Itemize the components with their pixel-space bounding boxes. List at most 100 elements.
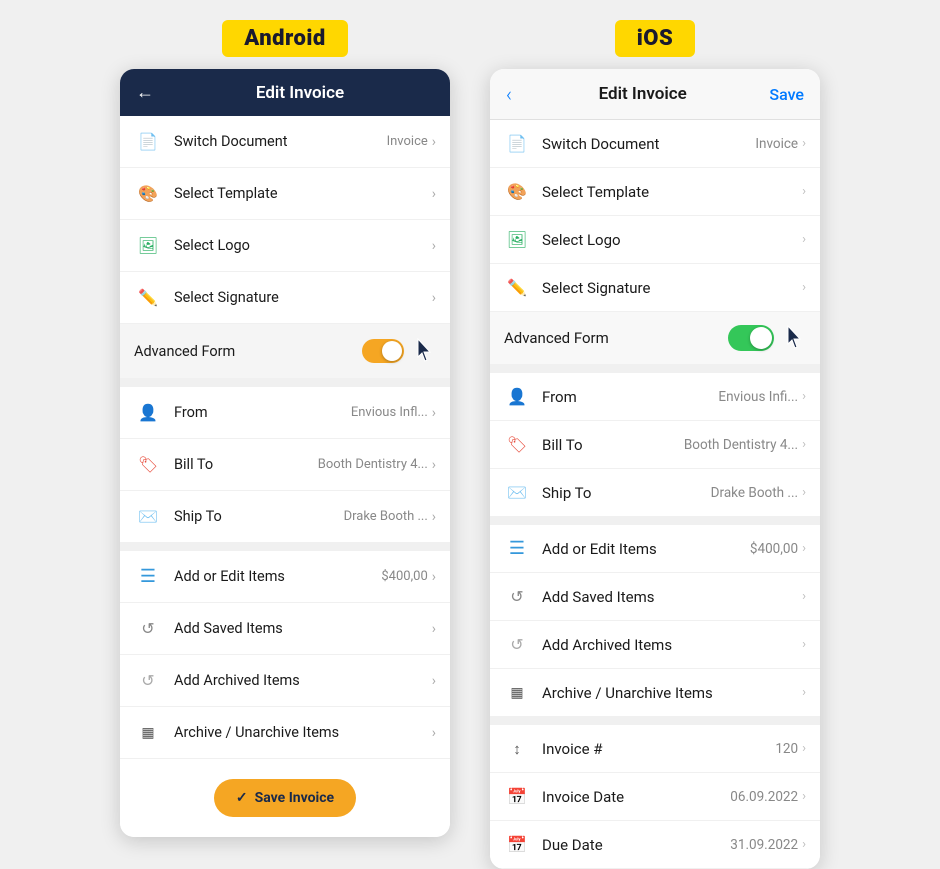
ios-add-saved-items[interactable]: ↺ Add Saved Items › [490,573,820,621]
ios-due-date-icon: 📅 [504,835,530,854]
ios-archive-items-label: Archive / Unarchive Items [542,684,802,702]
add-edit-items-value: $400,00 [381,569,427,584]
android-column: Android ← Edit Invoice 📄 Switch Document… [120,20,450,837]
ios-select-logo-label: Select Logo [542,231,802,249]
ios-due-date-label: Due Date [542,836,730,854]
chevron-icon: › [432,134,436,150]
template-icon: 🎨 [134,184,162,203]
chevron-icon: › [432,569,436,585]
bill-to-icon: 🏷 [134,455,162,474]
chevron-icon: › [432,509,436,525]
ios-ship-to-value: Drake Booth ... [711,485,798,501]
android-badge: Android [222,20,348,57]
ios-header: ‹ Edit Invoice Save [490,69,820,120]
archive-icon: ▦ [134,725,162,741]
ios-select-logo[interactable]: 🖼 Select Logo › [490,216,820,264]
ios-due-date[interactable]: 📅 Due Date 31.09.2022 › [490,821,820,869]
bill-to-label: Bill To [174,456,318,473]
chevron-icon: › [432,673,436,689]
android-add-edit-items[interactable]: ☰ Add or Edit Items $400,00 › [120,551,450,603]
add-edit-items-label: Add or Edit Items [174,568,381,585]
bill-to-value: Booth Dentistry 4... [318,457,428,472]
ios-select-template[interactable]: 🎨 Select Template › [490,168,820,216]
android-title: Edit Invoice [166,83,434,103]
ios-add-edit-items[interactable]: ☰ Add or Edit Items $400,00 › [490,525,820,573]
ios-chevron-icon: › [802,741,806,756]
ios-from[interactable]: 👤 From Envious Infi... › [490,373,820,421]
android-header: ← Edit Invoice [120,69,450,116]
android-switch-document[interactable]: 📄 Switch Document Invoice › [120,116,450,168]
android-save-button[interactable]: ✓ Save Invoice [214,779,356,817]
ios-chevron-icon: › [802,541,806,556]
cursor-icon-android [414,337,436,365]
ios-invoice-date-icon: 📅 [504,787,530,806]
android-archive-items[interactable]: ▦ Archive / Unarchive Items › [120,707,450,759]
save-check-icon: ✓ [236,790,248,806]
ios-add-saved-items-label: Add Saved Items [542,588,802,606]
ios-chevron-icon: › [802,437,806,452]
ios-archive-icon: ▦ [504,685,530,701]
ios-switch-document-value: Invoice [755,136,798,152]
ship-to-label: Ship To [174,508,344,525]
android-ship-to[interactable]: ✉️ Ship To Drake Booth ... › [120,491,450,543]
android-divider-2 [120,543,450,551]
ios-add-archived-items-label: Add Archived Items [542,636,802,654]
ios-invoice-date-value: 06.09.2022 [730,789,798,805]
ios-chevron-icon: › [802,280,806,295]
document-icon: 📄 [134,132,162,151]
ios-add-archived-items[interactable]: ↺ Add Archived Items › [490,621,820,669]
android-select-logo[interactable]: 🖼 Select Logo › [120,220,450,272]
android-select-signature[interactable]: ✏️ Select Signature › [120,272,450,324]
ios-archived-items-icon: ↺ [504,635,530,654]
ios-bill-to[interactable]: 🏷 Bill To Booth Dentistry 4... › [490,421,820,469]
ios-chevron-icon: › [802,485,806,500]
android-add-archived-items[interactable]: ↺ Add Archived Items › [120,655,450,707]
ios-edit-items-icon: ☰ [504,538,530,559]
android-select-template[interactable]: 🎨 Select Template › [120,168,450,220]
chevron-icon: › [432,725,436,741]
chevron-icon: › [432,186,436,202]
ios-bill-to-value: Booth Dentistry 4... [684,437,798,453]
add-saved-items-label: Add Saved Items [174,620,432,637]
from-value: Envious Infl... [351,405,428,420]
ios-advanced-form-row[interactable]: Advanced Form [490,312,820,365]
ios-invoice-number[interactable]: ↕ Invoice # 120 › [490,725,820,773]
android-divider-1 [120,379,450,387]
select-template-label: Select Template [174,185,432,202]
ios-chevron-icon: › [802,136,806,151]
ios-chevron-icon: › [802,637,806,652]
add-archived-items-label: Add Archived Items [174,672,432,689]
from-label: From [174,404,351,421]
switch-document-value: Invoice [387,134,428,149]
switch-document-label: Switch Document [174,133,387,150]
ios-invoice-date[interactable]: 📅 Invoice Date 06.09.2022 › [490,773,820,821]
ios-title: Edit Invoice [516,84,769,104]
cursor-icon-ios [784,324,806,352]
archive-items-label: Archive / Unarchive Items [174,724,432,741]
platforms-row: Android ← Edit Invoice 📄 Switch Document… [20,20,920,869]
ios-chevron-icon: › [802,389,806,404]
advanced-form-toggle-android[interactable] [362,339,404,363]
ios-ship-to[interactable]: ✉️ Ship To Drake Booth ... › [490,469,820,517]
ios-select-template-label: Select Template [542,183,802,201]
android-bill-to[interactable]: 🏷 Bill To Booth Dentistry 4... › [120,439,450,491]
ios-select-signature[interactable]: ✏️ Select Signature › [490,264,820,312]
ios-separator-2 [490,517,820,525]
ios-switch-document[interactable]: 📄 Switch Document Invoice › [490,120,820,168]
android-back-icon[interactable]: ← [136,82,154,103]
select-signature-label: Select Signature [174,289,432,306]
ios-separator-3 [490,717,820,725]
android-from[interactable]: 👤 From Envious Infl... › [120,387,450,439]
ios-archive-items[interactable]: ▦ Archive / Unarchive Items › [490,669,820,717]
ios-document-icon: 📄 [504,134,530,153]
ios-chevron-icon: › [802,789,806,804]
ios-invoice-num-value: 120 [775,741,798,757]
ios-invoice-num-label: Invoice # [542,740,775,758]
ios-save-header-button[interactable]: Save [769,85,804,104]
android-add-saved-items[interactable]: ↺ Add Saved Items › [120,603,450,655]
select-logo-label: Select Logo [174,237,432,254]
android-advanced-form-row[interactable]: Advanced Form [120,324,450,379]
advanced-form-toggle-ios[interactable] [728,325,774,351]
ios-invoice-date-label: Invoice Date [542,788,730,806]
ios-back-icon[interactable]: ‹ [506,82,512,106]
